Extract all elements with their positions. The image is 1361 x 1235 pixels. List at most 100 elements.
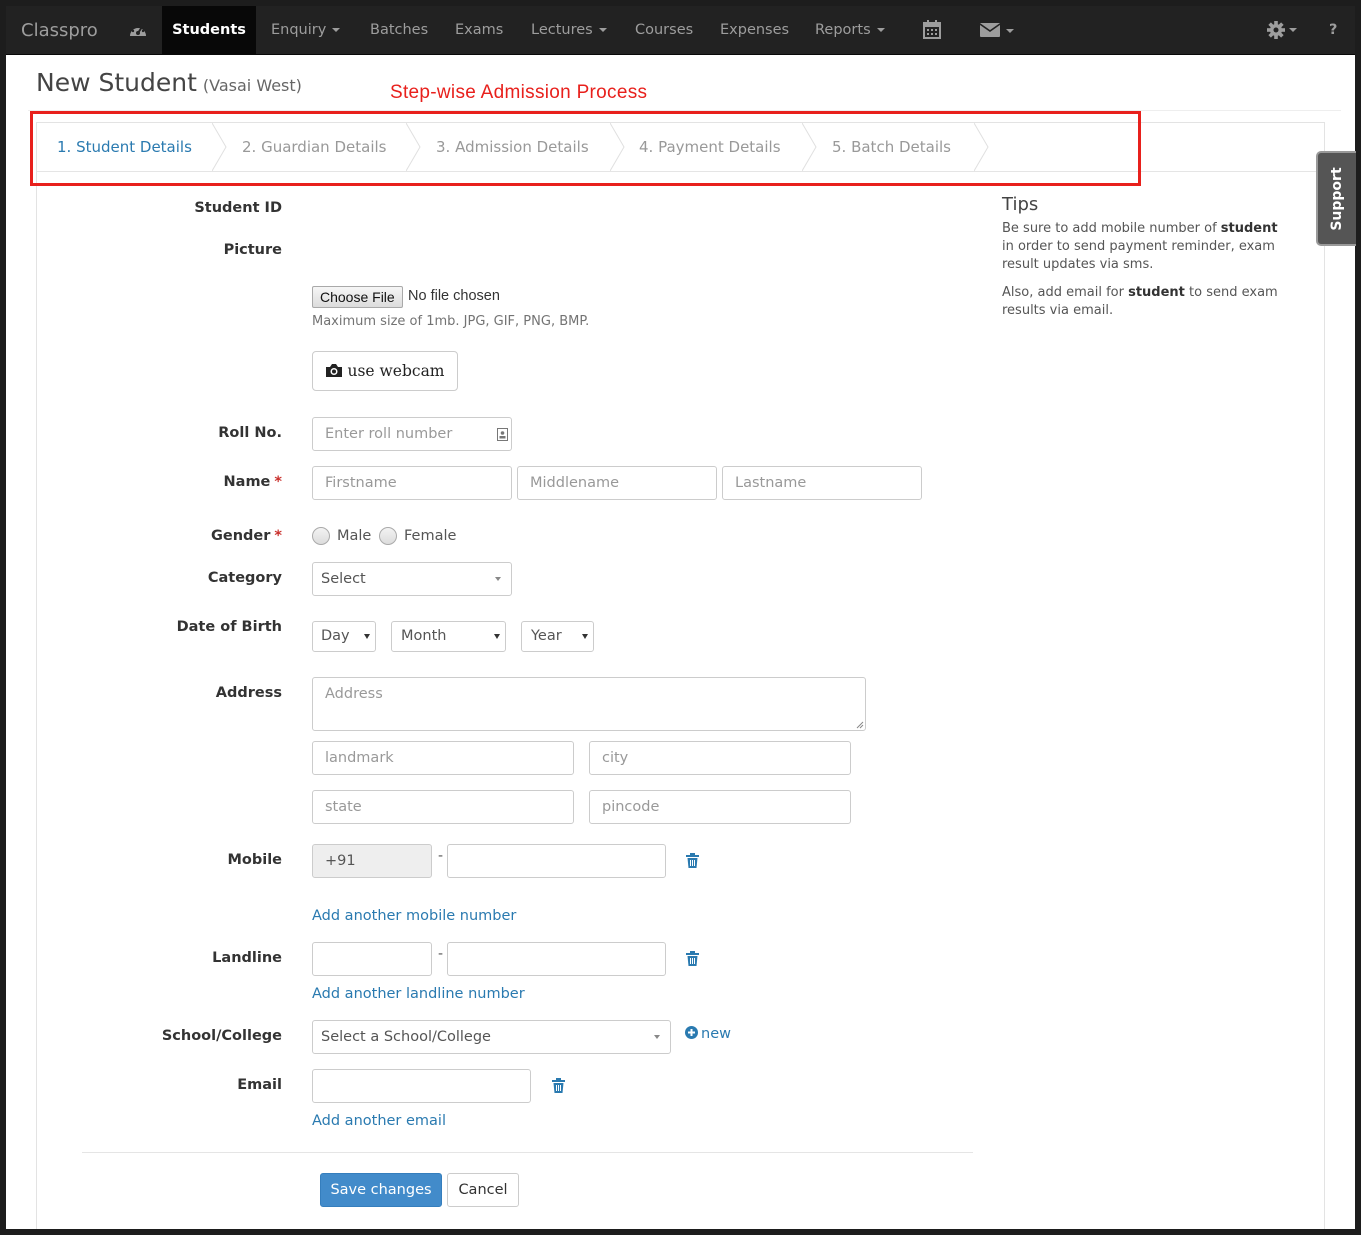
category-select[interactable]: Select [312, 562, 512, 596]
chevron-down-icon [332, 28, 341, 32]
dob-year-value: Year [531, 628, 562, 644]
school-label: School/College [161, 1028, 282, 1044]
save-button[interactable]: Save changes [320, 1173, 442, 1207]
country-code-input: +91 [312, 844, 432, 878]
lastname-input[interactable]: Lastname [722, 466, 922, 500]
trash-icon[interactable] [686, 853, 699, 868]
firstname-input[interactable]: Firstname [312, 466, 512, 500]
help-link[interactable]: ? [1329, 6, 1337, 55]
nav-expenses[interactable]: Expenses [720, 6, 789, 55]
choose-file-button[interactable]: Choose File [312, 286, 403, 308]
dob-day-select[interactable]: Day [312, 621, 376, 652]
webcam-button-label: use webcam [347, 362, 445, 380]
nav-lectures-label: Lectures [531, 22, 593, 38]
dashboard-icon[interactable] [128, 21, 148, 43]
add-email-link[interactable]: Add another email [312, 1113, 446, 1129]
page-title: New Student (Vasai West) [36, 68, 302, 97]
top-navbar: Classpro Students Enquiry Batches Exams … [6, 6, 1355, 55]
trash-icon[interactable] [686, 951, 699, 966]
support-tab-label: Support [1329, 166, 1345, 231]
chevron-down-icon [582, 634, 588, 639]
form-divider [82, 1152, 973, 1153]
resize-handle-icon[interactable] [856, 721, 864, 729]
gender-female-label[interactable]: Female [404, 528, 456, 544]
support-tab[interactable]: Support [1316, 151, 1356, 246]
chevron-down-icon [364, 634, 370, 639]
webcam-button[interactable]: use webcam [312, 351, 458, 391]
gender-male-radio[interactable] [312, 527, 330, 545]
dob-year-select[interactable]: Year [521, 621, 594, 652]
nav-lectures[interactable]: Lectures [531, 6, 607, 55]
landline-code-input[interactable] [312, 942, 432, 976]
gender-female-radio[interactable] [379, 527, 397, 545]
city-input[interactable]: city [589, 741, 851, 775]
nav-enquiry[interactable]: Enquiry [271, 6, 341, 55]
name-label: Name * [32, 474, 282, 490]
gear-icon[interactable] [1267, 21, 1301, 43]
mobile-number-input[interactable] [447, 844, 666, 878]
picture-label: Picture [223, 242, 282, 258]
name-label-text: Name [223, 474, 271, 490]
chevron-down-icon [494, 634, 500, 639]
envelope-icon[interactable] [979, 22, 1016, 42]
gender-label: Gender * [32, 528, 282, 544]
school-select[interactable]: Select a School/College [312, 1020, 671, 1054]
nav-courses[interactable]: Courses [635, 6, 693, 55]
annotation-label: Step-wise Admission Process [390, 82, 648, 103]
trash-icon[interactable] [552, 1078, 565, 1093]
page-title-text: New Student [36, 68, 197, 97]
tips-text: Be sure to add mobile number of [1002, 221, 1221, 236]
email-input[interactable] [312, 1069, 531, 1103]
tips-text: Also, add email for [1002, 285, 1129, 300]
tips-emphasis: student [1128, 285, 1185, 300]
middlename-input[interactable]: Middlename [517, 466, 717, 500]
contact-card-icon [497, 428, 508, 441]
add-landline-link[interactable]: Add another landline number [312, 986, 525, 1002]
nav-reports[interactable]: Reports [815, 6, 885, 55]
tips-title: Tips [1002, 194, 1039, 215]
gender-male-label[interactable]: Male [337, 528, 371, 544]
email-label: Email [237, 1077, 282, 1093]
roll-number-input[interactable]: Enter roll number [312, 417, 512, 451]
annotation-highlight-box [30, 111, 1141, 186]
add-mobile-link[interactable]: Add another mobile number [312, 908, 516, 924]
dob-month-select[interactable]: Month [391, 621, 506, 652]
nav-reports-label: Reports [815, 22, 871, 38]
new-school-link[interactable]: new [685, 1026, 731, 1042]
nav-students[interactable]: Students [162, 6, 256, 55]
tips-emphasis: student [1220, 221, 1278, 236]
camera-icon [326, 364, 343, 377]
separator-dash: - [438, 946, 444, 962]
category-label: Category [207, 570, 282, 586]
dob-day-value: Day [321, 628, 350, 644]
address-textarea[interactable]: Address [312, 677, 866, 731]
school-select-value: Select a School/College [321, 1029, 491, 1045]
student-id-label: Student ID [194, 200, 282, 216]
dob-label: Date of Birth [176, 619, 282, 635]
tips-paragraph-email: Also, add email for student to send exam… [1002, 284, 1292, 320]
nav-batches[interactable]: Batches [370, 6, 428, 55]
landmark-input[interactable]: landmark [312, 741, 574, 775]
calendar-icon[interactable] [923, 20, 941, 43]
chevron-down-icon [495, 577, 501, 581]
brand-logo[interactable]: Classpro [21, 6, 98, 55]
branch-name: (Vasai West) [202, 76, 302, 95]
separator-dash: - [438, 848, 444, 864]
file-status-text: No file chosen [408, 288, 500, 304]
gender-label-text: Gender [210, 528, 271, 544]
file-help-text: Maximum size of 1mb. JPG, GIF, PNG, BMP. [312, 314, 590, 329]
required-mark: * [274, 528, 282, 544]
landline-number-input[interactable] [447, 942, 666, 976]
plus-circle-icon [685, 1026, 698, 1039]
dob-month-value: Month [401, 628, 447, 644]
nav-exams[interactable]: Exams [455, 6, 503, 55]
landline-label: Landline [212, 950, 282, 966]
chevron-down-icon [876, 28, 885, 32]
pincode-input[interactable]: pincode [589, 790, 851, 824]
nav-enquiry-label: Enquiry [271, 22, 327, 38]
state-input[interactable]: state [312, 790, 574, 824]
address-placeholder: Address [325, 686, 383, 702]
cancel-button[interactable]: Cancel [447, 1173, 519, 1207]
required-mark: * [274, 474, 282, 490]
roll-number-placeholder: Enter roll number [325, 426, 453, 442]
